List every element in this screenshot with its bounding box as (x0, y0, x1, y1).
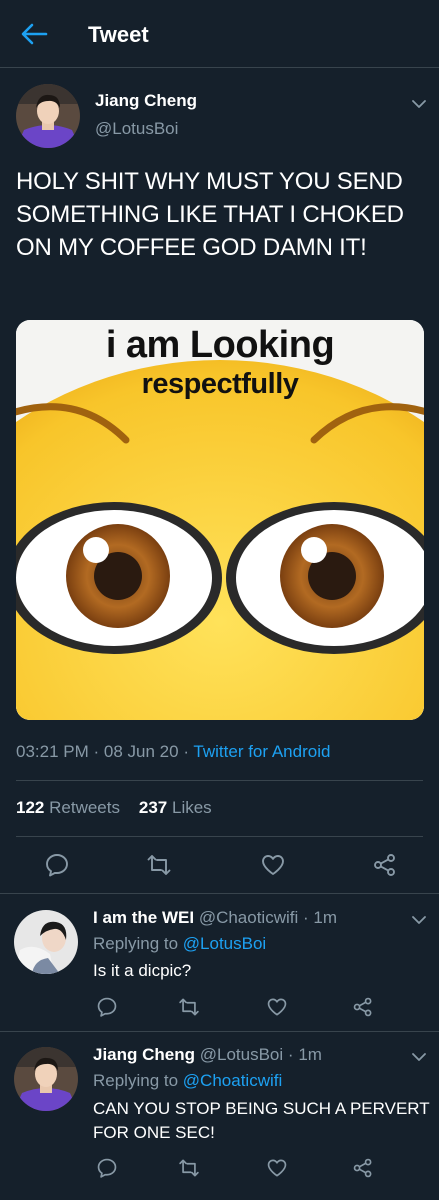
retweet-icon[interactable] (146, 852, 172, 878)
tweet-text: HOLY SHIT WHY MUST YOU SEND SOMETHING LI… (16, 168, 404, 261)
chevron-down-icon[interactable] (412, 912, 426, 924)
chevron-down-icon[interactable] (412, 96, 426, 108)
share-icon[interactable] (372, 852, 398, 878)
media-caption-line1: i am Looking (105, 324, 335, 366)
tweet-meta: 03:21 PM · 08 Jun 20 · Twitter for Andro… (16, 742, 330, 762)
avatar[interactable] (16, 84, 80, 148)
likes-stat[interactable]: 237 Likes (139, 798, 212, 817)
reply-icon[interactable] (96, 1157, 118, 1179)
author-handle[interactable]: @LotusBoi (95, 119, 178, 139)
likes-count: 237 (138, 798, 168, 817)
separator: · (303, 908, 309, 927)
divider (0, 1031, 439, 1032)
separator: · (93, 742, 100, 761)
reply-header: I am the WEI @Chaoticwifi · 1m (93, 908, 337, 928)
likes-label: Likes (172, 798, 212, 817)
retweet-icon[interactable] (178, 996, 200, 1018)
reply-icon[interactable] (44, 852, 70, 878)
divider (16, 780, 423, 781)
reply-icon[interactable] (96, 996, 118, 1018)
author-name[interactable]: Jiang Cheng (95, 91, 197, 111)
chevron-down-icon[interactable] (412, 1049, 426, 1061)
top-bar: Tweet (0, 0, 439, 68)
reply-time: 1m (298, 1045, 322, 1064)
separator: · (183, 742, 189, 761)
like-icon[interactable] (266, 996, 288, 1018)
retweets-stat[interactable]: 122 Retweets (16, 798, 120, 817)
tweet-source-link[interactable]: Twitter for Android (193, 742, 330, 761)
reply-author-handle[interactable]: @LotusBoi (200, 1045, 283, 1064)
media-caption-line2: respectfully (141, 368, 299, 400)
replying-to: Replying to @Choaticwifi (93, 1071, 282, 1091)
retweets-count: 122 (16, 798, 45, 817)
like-icon[interactable] (260, 852, 286, 878)
share-icon[interactable] (352, 996, 374, 1018)
tweet-stats: 122 Retweets 237 Likes (16, 798, 212, 818)
tweet-time: 03:21 PM (16, 742, 89, 761)
avatar[interactable] (14, 910, 78, 974)
like-icon[interactable] (266, 1157, 288, 1179)
divider (16, 836, 423, 837)
replying-to-link[interactable]: @Choaticwifi (183, 1071, 282, 1090)
reply-time: 1m (313, 908, 338, 927)
replying-prefix: Replying to (93, 934, 179, 953)
reply-author-handle[interactable]: @Chaoticwifi (199, 908, 298, 927)
separator: · (287, 1045, 294, 1064)
tweet-media[interactable]: i am Looking respectfully (16, 320, 424, 720)
replying-prefix: Replying to (93, 1071, 179, 1090)
page-title: Tweet (88, 22, 149, 47)
reply-author-name[interactable]: Jiang Cheng (93, 1045, 195, 1064)
share-icon[interactable] (352, 1157, 374, 1179)
reply-text: Is it a dicpic? (93, 961, 192, 980)
back-arrow-icon[interactable] (20, 22, 48, 46)
retweets-label: Retweets (49, 798, 120, 817)
reply-header: Jiang Cheng @LotusBoi · 1m (93, 1045, 322, 1065)
reply-text: CAN YOU STOP BEING SUCH A PERVERT FOR ON… (93, 1099, 430, 1142)
replying-to-link[interactable]: @LotusBoi (183, 934, 266, 953)
divider (0, 893, 439, 894)
tweet-date: 08 Jun 20 (103, 742, 179, 761)
retweet-icon[interactable] (178, 1157, 200, 1179)
avatar[interactable] (14, 1047, 78, 1111)
replying-to: Replying to @LotusBoi (93, 934, 266, 954)
reply-author-name[interactable]: I am the WEI (93, 908, 194, 927)
